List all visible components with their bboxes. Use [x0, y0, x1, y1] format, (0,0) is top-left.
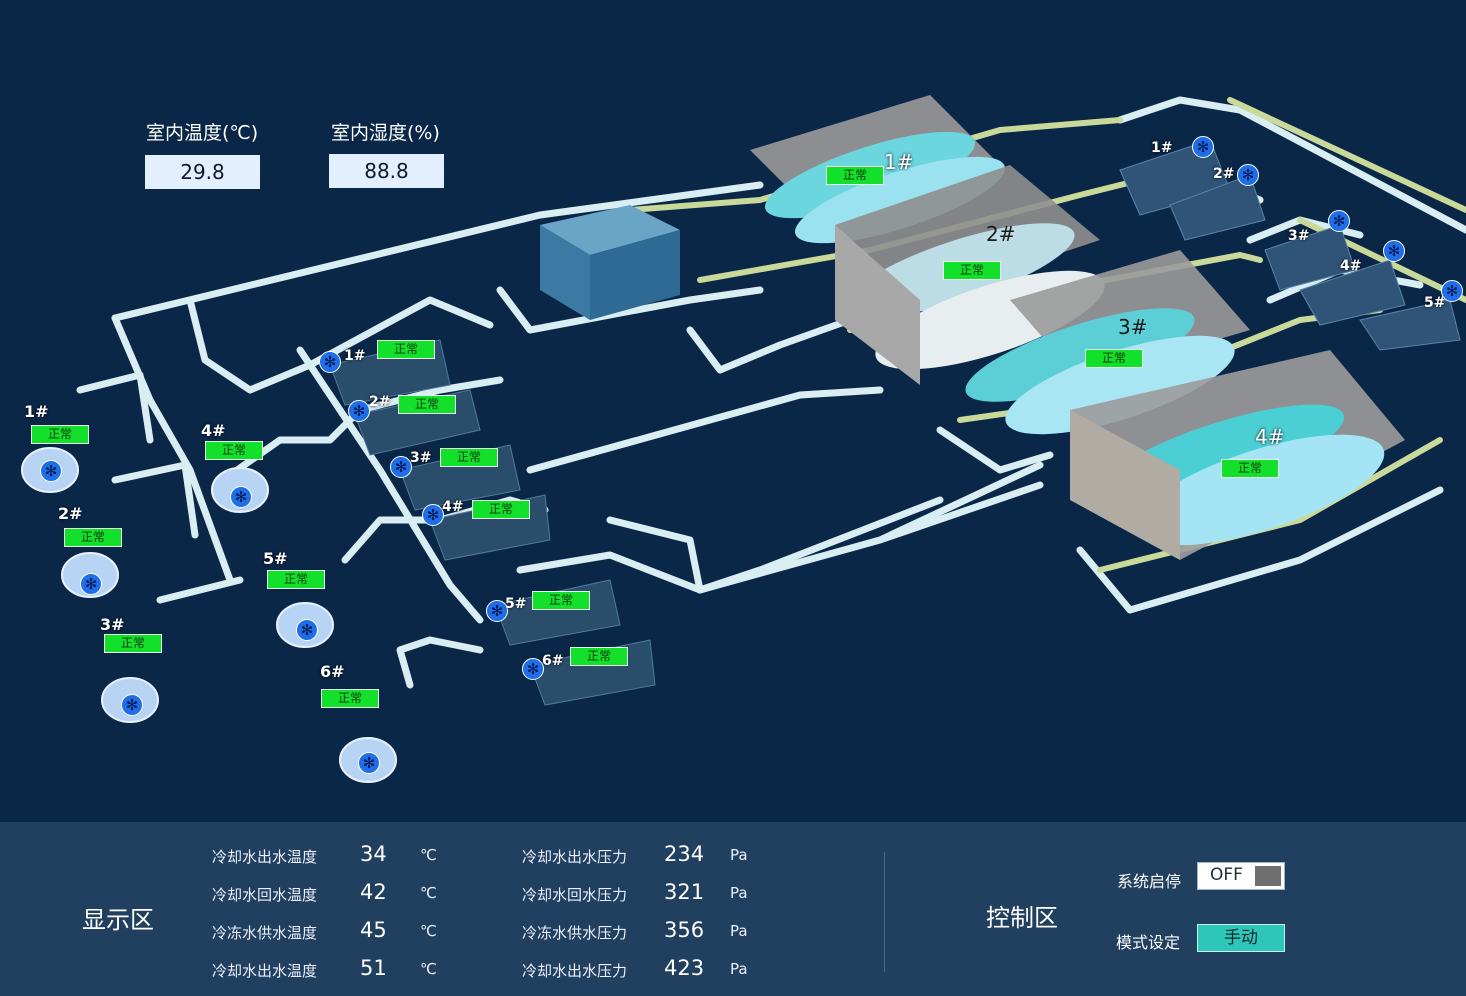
cooling-pump-3-status[interactable]: 正常 — [104, 634, 162, 653]
process-diagram: 室内温度(℃) 29.8 室内湿度(%) 88.8 1# 正常 2# 正常 3#… — [0, 0, 1466, 822]
chiller-3-status[interactable]: 正常 — [1085, 349, 1143, 368]
tower-fan-3-icon[interactable]: ✻ — [1328, 210, 1350, 232]
indoor-humidity-value: 88.8 — [329, 154, 444, 188]
cooling-pump-5-status[interactable]: 正常 — [267, 570, 325, 589]
chiller-3-number: 3# — [1118, 315, 1148, 339]
system-toggle[interactable]: OFF — [1197, 862, 1285, 890]
temp-4-value: 51 — [360, 956, 387, 980]
chiller-2-status[interactable]: 正常 — [943, 261, 1001, 280]
mode-button[interactable]: 手动 — [1197, 924, 1285, 952]
pressure-4-label: 冷却水出水压力 — [522, 962, 628, 980]
pressure-3-value: 356 — [664, 918, 705, 942]
cooling-pump-3-number: 3# — [100, 615, 125, 634]
middle-pump-2-status[interactable]: 正常 — [398, 395, 456, 414]
chiller-1-number: 1# — [884, 150, 914, 174]
panel-divider — [884, 852, 885, 972]
system-toggle-label: 系统启停 — [1117, 872, 1182, 891]
tower-fan-5-icon[interactable]: ✻ — [1441, 280, 1463, 302]
chiller-1-status[interactable]: 正常 — [826, 166, 884, 185]
middle-pump-4-status[interactable]: 正常 — [472, 500, 530, 519]
pressure-2-value: 321 — [664, 880, 705, 904]
middle-pump-6-number: 6# — [542, 653, 564, 669]
middle-pump-6-fan-icon: ✻ — [522, 658, 544, 680]
pressure-3-unit: Pa — [730, 922, 748, 940]
middle-pump-2-fan-icon: ✻ — [348, 400, 370, 422]
middle-pump-1-fan-icon: ✻ — [319, 351, 341, 373]
cooling-pump-2-status[interactable]: 正常 — [64, 528, 122, 547]
chiller-4-number: 4# — [1255, 425, 1285, 449]
temp-1-unit: ℃ — [420, 846, 437, 864]
cooling-pump-bodies — [21, 447, 397, 783]
temp-4-unit: ℃ — [420, 960, 437, 978]
cooling-pump-2-fan-icon: ✻ — [80, 573, 102, 595]
temp-4-label: 冷却水出水温度 — [212, 962, 318, 980]
middle-pump-4-fan-icon: ✻ — [422, 504, 444, 526]
indoor-temp-label: 室内温度(℃) — [146, 122, 259, 144]
tower-fan-1-icon[interactable]: ✻ — [1192, 136, 1214, 158]
pressure-1-value: 234 — [664, 842, 705, 866]
tower-fan-1-number: 1# — [1151, 140, 1173, 156]
control-zone-title: 控制区 — [986, 904, 1058, 932]
cooling-pump-6-fan-icon: ✻ — [358, 752, 380, 774]
temp-2-unit: ℃ — [420, 884, 437, 902]
indoor-temp-value: 29.8 — [145, 155, 260, 189]
cooling-pump-4-fan-icon: ✻ — [230, 486, 252, 508]
temp-3-unit: ℃ — [420, 922, 437, 940]
temp-2-value: 42 — [360, 880, 387, 904]
pressure-4-value: 423 — [664, 956, 705, 980]
cooling-pump-3-fan-icon: ✻ — [121, 694, 143, 716]
mode-label: 模式设定 — [1116, 933, 1181, 952]
system-toggle-state: OFF — [1210, 865, 1243, 885]
tower-fan-2-icon[interactable]: ✻ — [1237, 164, 1259, 186]
cooling-pump-2-number: 2# — [58, 504, 83, 523]
middle-pump-5-status[interactable]: 正常 — [532, 591, 590, 610]
pressure-2-unit: Pa — [730, 884, 748, 902]
cooling-pump-4-number: 4# — [201, 421, 226, 440]
pressure-1-unit: Pa — [730, 846, 748, 864]
pressure-3-label: 冷冻水供水压力 — [522, 924, 628, 942]
pressure-4-unit: Pa — [730, 960, 748, 978]
middle-pump-3-number: 3# — [410, 450, 432, 466]
indoor-humidity-label: 室内湿度(%) — [331, 122, 440, 144]
cooling-pump-5-number: 5# — [263, 549, 288, 568]
tower-fan-3-number: 3# — [1288, 228, 1310, 244]
cooling-pump-1-fan-icon: ✻ — [40, 460, 62, 482]
bottom-panel: 显示区 冷却水出水温度 34 ℃ 冷却水回水温度 42 ℃ 冷冻水供水温度 45… — [0, 822, 1466, 996]
cooling-pump-1-status[interactable]: 正常 — [31, 425, 89, 444]
middle-pump-4-number: 4# — [442, 499, 464, 515]
chiller-2-number: 2# — [986, 222, 1016, 246]
pressure-1-label: 冷却水出水压力 — [522, 848, 628, 866]
temp-1-value: 34 — [360, 842, 387, 866]
cooling-pump-1-number: 1# — [24, 402, 49, 421]
cooling-pump-4-status[interactable]: 正常 — [205, 441, 263, 460]
chiller-4-status[interactable]: 正常 — [1221, 459, 1279, 478]
pressure-2-label: 冷却水回水压力 — [522, 886, 628, 904]
middle-pump-2-number: 2# — [369, 394, 391, 410]
middle-pump-1-status[interactable]: 正常 — [377, 340, 435, 359]
temp-3-value: 45 — [360, 918, 387, 942]
middle-pump-1-number: 1# — [344, 348, 366, 364]
cooling-pump-6-status[interactable]: 正常 — [321, 689, 379, 708]
tower-fan-4-number: 4# — [1340, 258, 1362, 274]
middle-pump-5-number: 5# — [505, 596, 527, 612]
middle-pump-6-status[interactable]: 正常 — [570, 647, 628, 666]
middle-pump-3-status[interactable]: 正常 — [440, 448, 498, 467]
middle-pump-3-fan-icon: ✻ — [390, 456, 412, 478]
toggle-knob — [1255, 866, 1281, 886]
cooling-pump-5-fan-icon: ✻ — [296, 619, 318, 641]
tower-fan-4-icon[interactable]: ✻ — [1383, 240, 1405, 262]
display-zone-title: 显示区 — [82, 906, 154, 934]
temp-1-label: 冷却水出水温度 — [212, 848, 318, 866]
tower-fan-2-number: 2# — [1213, 166, 1235, 182]
temp-3-label: 冷冻水供水温度 — [212, 924, 318, 942]
temp-2-label: 冷却水回水温度 — [212, 886, 318, 904]
cooling-pump-6-number: 6# — [320, 662, 345, 681]
